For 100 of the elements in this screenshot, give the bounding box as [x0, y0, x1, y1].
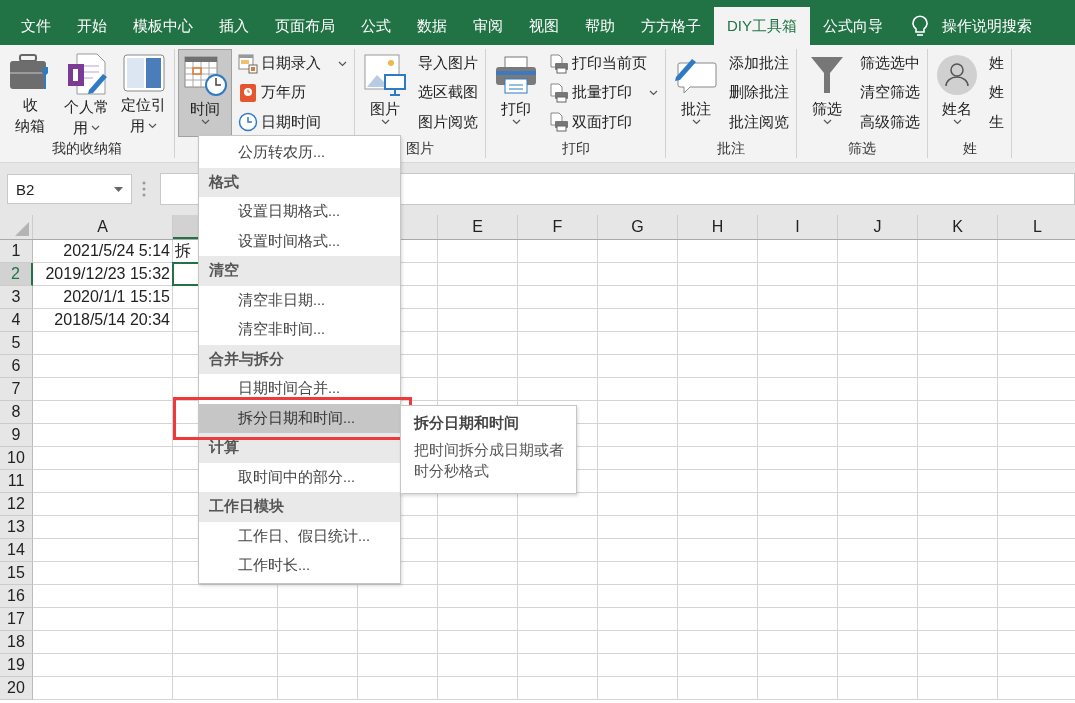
row-header[interactable]: 19 — [0, 654, 33, 677]
table-cell[interactable]: 2021/5/24 5:14 — [33, 240, 172, 262]
row-header[interactable]: 11 — [0, 470, 33, 493]
ribbon-button[interactable]: 个人常 用 — [59, 49, 114, 137]
ribbon-tab[interactable]: 审阅 — [460, 7, 516, 45]
ribbon-small-button[interactable]: 万年历 — [236, 81, 349, 105]
column-header[interactable]: F — [518, 215, 598, 239]
row-header[interactable]: 8 — [0, 401, 33, 424]
menu-item[interactable]: 工作日、假日统计... — [199, 521, 400, 551]
clock-icon — [238, 112, 258, 133]
ribbon-tab[interactable]: 页面布局 — [262, 7, 348, 45]
column-header[interactable]: K — [918, 215, 998, 239]
tell-me-button[interactable]: 操作说明搜索 — [906, 7, 1038, 45]
ribbon-button[interactable]: 图片 — [358, 49, 412, 137]
menu-item[interactable]: 取时间中的部分... — [199, 462, 400, 492]
caret-icon — [380, 119, 390, 125]
row-header[interactable]: 15 — [0, 562, 33, 585]
column-header[interactable]: J — [838, 215, 918, 239]
ribbon-small-button[interactable]: 筛选选中 — [858, 52, 922, 76]
group-label: 筛选 — [848, 140, 876, 156]
ribbon-button[interactable]: 批注 — [669, 49, 723, 137]
ribbon-tab[interactable]: 公式向导 — [810, 7, 896, 45]
ribbon-tab[interactable]: 插入 — [206, 7, 262, 45]
ribbon-tab[interactable]: 视图 — [516, 7, 572, 45]
row-header[interactable]: 16 — [0, 585, 33, 608]
ribbon-tab[interactable]: 帮助 — [572, 7, 628, 45]
row-header[interactable]: 20 — [0, 677, 33, 700]
ribbon-tab[interactable]: 开始 — [64, 7, 120, 45]
ribbon-button[interactable]: 打印 — [489, 49, 543, 137]
group-label: 我的收纳箱 — [52, 140, 122, 156]
ribbon-small-button[interactable]: 导入图片 — [416, 52, 480, 76]
menu-item[interactable]: 公历转农历... — [199, 138, 400, 168]
panel-icon — [121, 53, 166, 93]
ribbon-tab[interactable]: 公式 — [348, 7, 404, 45]
ribbon-small-button[interactable]: 姓 — [987, 81, 1006, 105]
ribbon-small-button[interactable]: 清空筛选 — [858, 81, 922, 105]
ribbon-button[interactable]: 收 纳箱 — [3, 49, 57, 137]
ribbon-small-button[interactable]: 日期录入 — [236, 51, 349, 76]
caret-icon — [91, 124, 100, 131]
row-header[interactable]: 13 — [0, 516, 33, 539]
row-header[interactable]: 12 — [0, 493, 33, 516]
menu-section-header: 工作日模块 — [199, 492, 400, 522]
row-header[interactable]: 6 — [0, 355, 33, 378]
column-header[interactable]: H — [678, 215, 758, 239]
ribbon-button[interactable]: 定位引 用 — [116, 49, 171, 137]
ribbon-small-button[interactable]: 批注阅览 — [727, 110, 791, 134]
row-header[interactable]: 18 — [0, 631, 33, 654]
row-header[interactable]: 9 — [0, 424, 33, 447]
ribbon-tab[interactable]: 模板中心 — [120, 7, 206, 45]
ribbon-small-button[interactable]: 添加批注 — [727, 52, 791, 76]
ribbon-small-button[interactable]: 双面打印 — [547, 110, 660, 135]
column-header[interactable]: I — [758, 215, 838, 239]
ribbon-small-button[interactable]: 选区截图 — [416, 81, 480, 105]
caret-icon — [691, 119, 701, 125]
menu-section-header: 格式 — [199, 167, 400, 197]
menu-item[interactable]: 清空非时间... — [199, 315, 400, 345]
ribbon-tab[interactable]: DIY工具箱 — [714, 7, 810, 45]
caret-icon — [511, 119, 521, 125]
menu-item[interactable]: 设置日期格式... — [199, 197, 400, 227]
ribbon-small-button[interactable]: 生 — [987, 110, 1006, 134]
ribbon-button[interactable]: 姓名 — [931, 49, 983, 137]
table-cell[interactable]: 2018/5/14 20:34 — [33, 309, 172, 331]
menu-item[interactable]: 设置时间格式... — [199, 226, 400, 256]
column-header[interactable]: G — [598, 215, 678, 239]
ribbon-button[interactable]: 时间 — [178, 49, 232, 137]
row-header[interactable]: 2 — [0, 263, 33, 286]
ribbon-small-button[interactable]: 批量打印 — [547, 81, 660, 105]
row-header[interactable]: 4 — [0, 309, 33, 332]
name-box[interactable]: B2 — [7, 174, 132, 204]
ribbon-small-button[interactable]: 姓 — [987, 52, 1006, 76]
ribbon-tab[interactable]: 文件 — [8, 7, 64, 45]
ribbon-tab[interactable]: 数据 — [404, 7, 460, 45]
ribbon-button[interactable]: 筛选 — [800, 49, 854, 137]
ribbon-small-button[interactable]: 图片阅览 — [416, 110, 480, 134]
table-cell[interactable]: 2019/12/23 15:32 — [33, 263, 172, 285]
column-header[interactable]: E — [438, 215, 518, 239]
row-header[interactable]: 14 — [0, 539, 33, 562]
ribbon-tab[interactable]: 方方格子 — [628, 7, 714, 45]
menu-item[interactable]: 拆分日期和时间... — [199, 403, 400, 433]
ribbon-small-button[interactable]: 打印当前页 — [547, 51, 660, 76]
row-header[interactable]: 5 — [0, 332, 33, 355]
caret-icon — [338, 60, 347, 67]
menu-item[interactable]: 清空非日期... — [199, 285, 400, 315]
ribbon-small-button[interactable]: 日期时间 — [236, 110, 349, 135]
group-label: 姓 — [962, 140, 977, 156]
row-header[interactable]: 10 — [0, 447, 33, 470]
menu-item[interactable]: 工作时长... — [199, 551, 400, 581]
group-label: 批注 — [717, 140, 745, 156]
image-icon — [363, 53, 407, 97]
calendar-icon — [238, 53, 258, 74]
row-header[interactable]: 17 — [0, 608, 33, 631]
select-all-icon[interactable] — [15, 222, 29, 236]
ribbon-small-button[interactable]: 删除批注 — [727, 81, 791, 105]
column-header[interactable]: L — [998, 215, 1075, 239]
table-cell[interactable]: 2020/1/1 15:15 — [33, 286, 172, 308]
row-header[interactable]: 7 — [0, 378, 33, 401]
ribbon-small-button[interactable]: 高级筛选 — [858, 110, 922, 134]
row-header[interactable]: 1 — [0, 240, 33, 263]
avatar-icon — [936, 54, 978, 96]
row-header[interactable]: 3 — [0, 286, 33, 309]
